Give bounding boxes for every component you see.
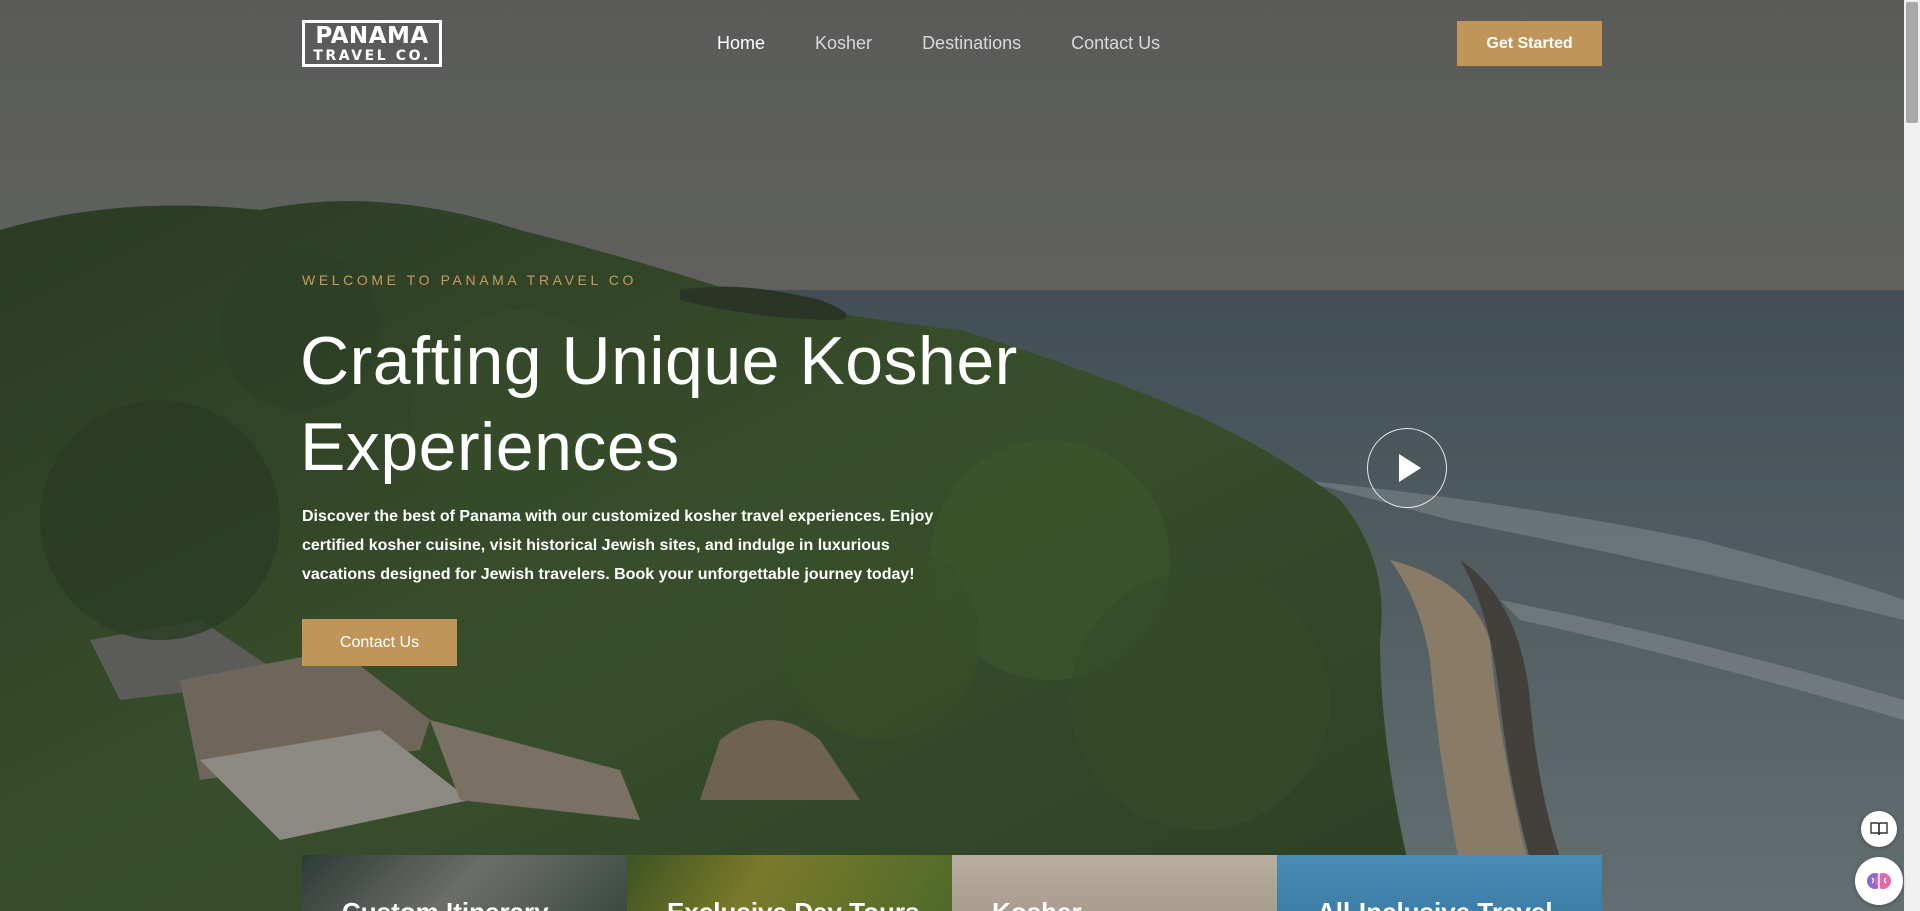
card-title: Custom Itinerary: [342, 897, 549, 911]
card-title: All-Inclusive Travel: [1317, 897, 1553, 911]
ai-brain-icon: [1867, 873, 1891, 889]
card-title: Exclusive Day Tours: [667, 897, 919, 911]
main-nav: Home Kosher Destinations Contact Us: [717, 32, 1210, 54]
nav-item-contact-us[interactable]: Contact Us: [1071, 32, 1160, 54]
hero-headline-line-1: Crafting Unique Kosher: [300, 323, 1018, 399]
hero-headline-line-2: Experiences: [300, 409, 680, 485]
feature-cards: Custom Itinerary Exclusive Day Tours Kos…: [302, 855, 1602, 911]
play-icon: [1399, 454, 1421, 482]
scrollbar-thumb[interactable]: [1906, 2, 1918, 123]
logo-title: PANAMA: [315, 23, 429, 49]
site-logo[interactable]: PANAMA TRAVEL CO.: [302, 20, 442, 67]
nav-item-destinations[interactable]: Destinations: [922, 32, 1021, 54]
site-header: PANAMA TRAVEL CO. Home Kosher Destinatio…: [0, 0, 1904, 86]
card-title: Kosher: [992, 897, 1082, 911]
page-scrollbar[interactable]: [1904, 0, 1920, 911]
ai-assistant-button[interactable]: [1855, 857, 1903, 905]
logo-subtitle: TRAVEL CO.: [313, 48, 431, 64]
hero-description: Discover the best of Panama with our cus…: [302, 508, 934, 583]
book-icon: [1870, 822, 1888, 836]
reader-widget-button[interactable]: [1861, 811, 1897, 847]
nav-item-home[interactable]: Home: [717, 32, 765, 54]
get-started-button[interactable]: Get Started: [1457, 21, 1602, 66]
card-all-inclusive-travel[interactable]: All-Inclusive Travel: [1277, 855, 1602, 911]
hero-eyebrow: WELCOME TO PANAMA TRAVEL CO: [302, 272, 637, 288]
hero-headline: Crafting Unique Kosher Experiences: [300, 318, 1120, 490]
card-exclusive-day-tours[interactable]: Exclusive Day Tours: [627, 855, 952, 911]
card-custom-itinerary[interactable]: Custom Itinerary: [302, 855, 627, 911]
nav-item-kosher[interactable]: Kosher: [815, 32, 872, 54]
play-video-button[interactable]: [1367, 428, 1447, 508]
contact-us-button[interactable]: Contact Us: [302, 619, 457, 666]
card-kosher[interactable]: Kosher: [952, 855, 1277, 911]
